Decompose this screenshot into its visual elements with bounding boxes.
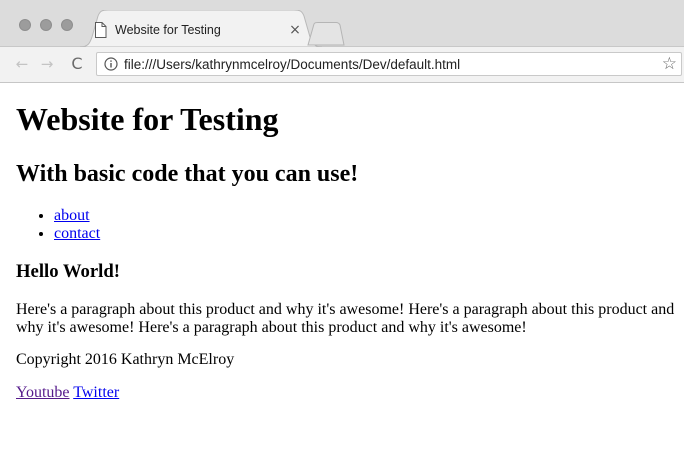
info-icon[interactable] — [104, 57, 118, 71]
url-text[interactable]: file:///Users/kathrynmcelroy/Documents/D… — [124, 57, 460, 72]
section-heading: Hello World! — [16, 261, 120, 282]
copyright-text: Copyright 2016 Kathryn McElroy — [16, 351, 235, 368]
nav-list: about contact — [16, 207, 100, 243]
back-button[interactable]: ← — [11, 53, 33, 75]
title-bar: Website for Testing × — [0, 0, 684, 47]
window-zoom-button[interactable] — [61, 19, 73, 31]
social-links: Youtube Twitter — [16, 384, 119, 402]
tab-close-icon[interactable]: × — [288, 22, 302, 38]
new-tab-button[interactable] — [306, 22, 346, 46]
contact-link[interactable]: contact — [54, 225, 100, 242]
browser-window: Website for Testing × ← → C file:///User… — [0, 0, 684, 451]
bookmark-star-icon[interactable]: ☆ — [662, 53, 677, 75]
forward-button[interactable]: → — [36, 53, 58, 75]
product-paragraph: Here's a paragraph about this product an… — [16, 301, 675, 336]
browser-toolbar: ← → C file:///Users/kathrynmcelroy/Docum… — [0, 47, 684, 83]
address-bar[interactable]: file:///Users/kathrynmcelroy/Documents/D… — [96, 52, 682, 76]
youtube-link[interactable]: Youtube — [16, 384, 70, 401]
page-subtitle: With basic code that you can use! — [16, 161, 359, 187]
page-content: Website for Testing With basic code that… — [0, 83, 684, 451]
tab-title: Website for Testing — [115, 23, 221, 37]
reload-button[interactable]: C — [66, 53, 88, 75]
page-title: Website for Testing — [16, 101, 279, 137]
window-minimize-button[interactable] — [40, 19, 52, 31]
twitter-link[interactable]: Twitter — [73, 384, 119, 401]
window-close-button[interactable] — [19, 19, 31, 31]
page-icon — [95, 22, 107, 38]
nav-list-item: about — [54, 207, 100, 225]
nav-list-item: contact — [54, 225, 100, 243]
about-link[interactable]: about — [54, 207, 90, 224]
browser-tab[interactable]: Website for Testing × — [80, 10, 322, 47]
